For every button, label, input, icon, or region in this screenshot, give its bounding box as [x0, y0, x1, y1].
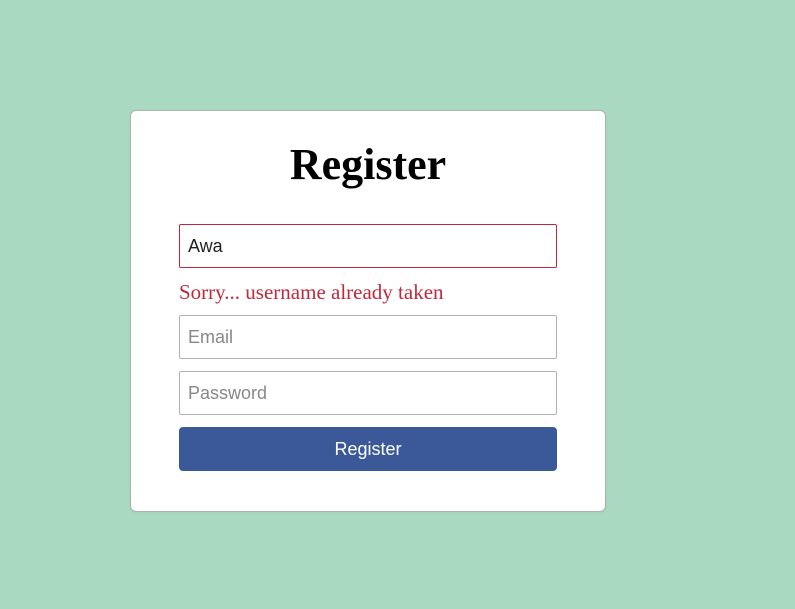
password-input[interactable] — [179, 371, 557, 415]
register-button[interactable]: Register — [179, 427, 557, 471]
username-input[interactable] — [179, 224, 557, 268]
register-card: Register Sorry... username already taken… — [130, 110, 606, 512]
page-title: Register — [179, 139, 557, 190]
username-error: Sorry... username already taken — [179, 280, 557, 305]
email-input[interactable] — [179, 315, 557, 359]
